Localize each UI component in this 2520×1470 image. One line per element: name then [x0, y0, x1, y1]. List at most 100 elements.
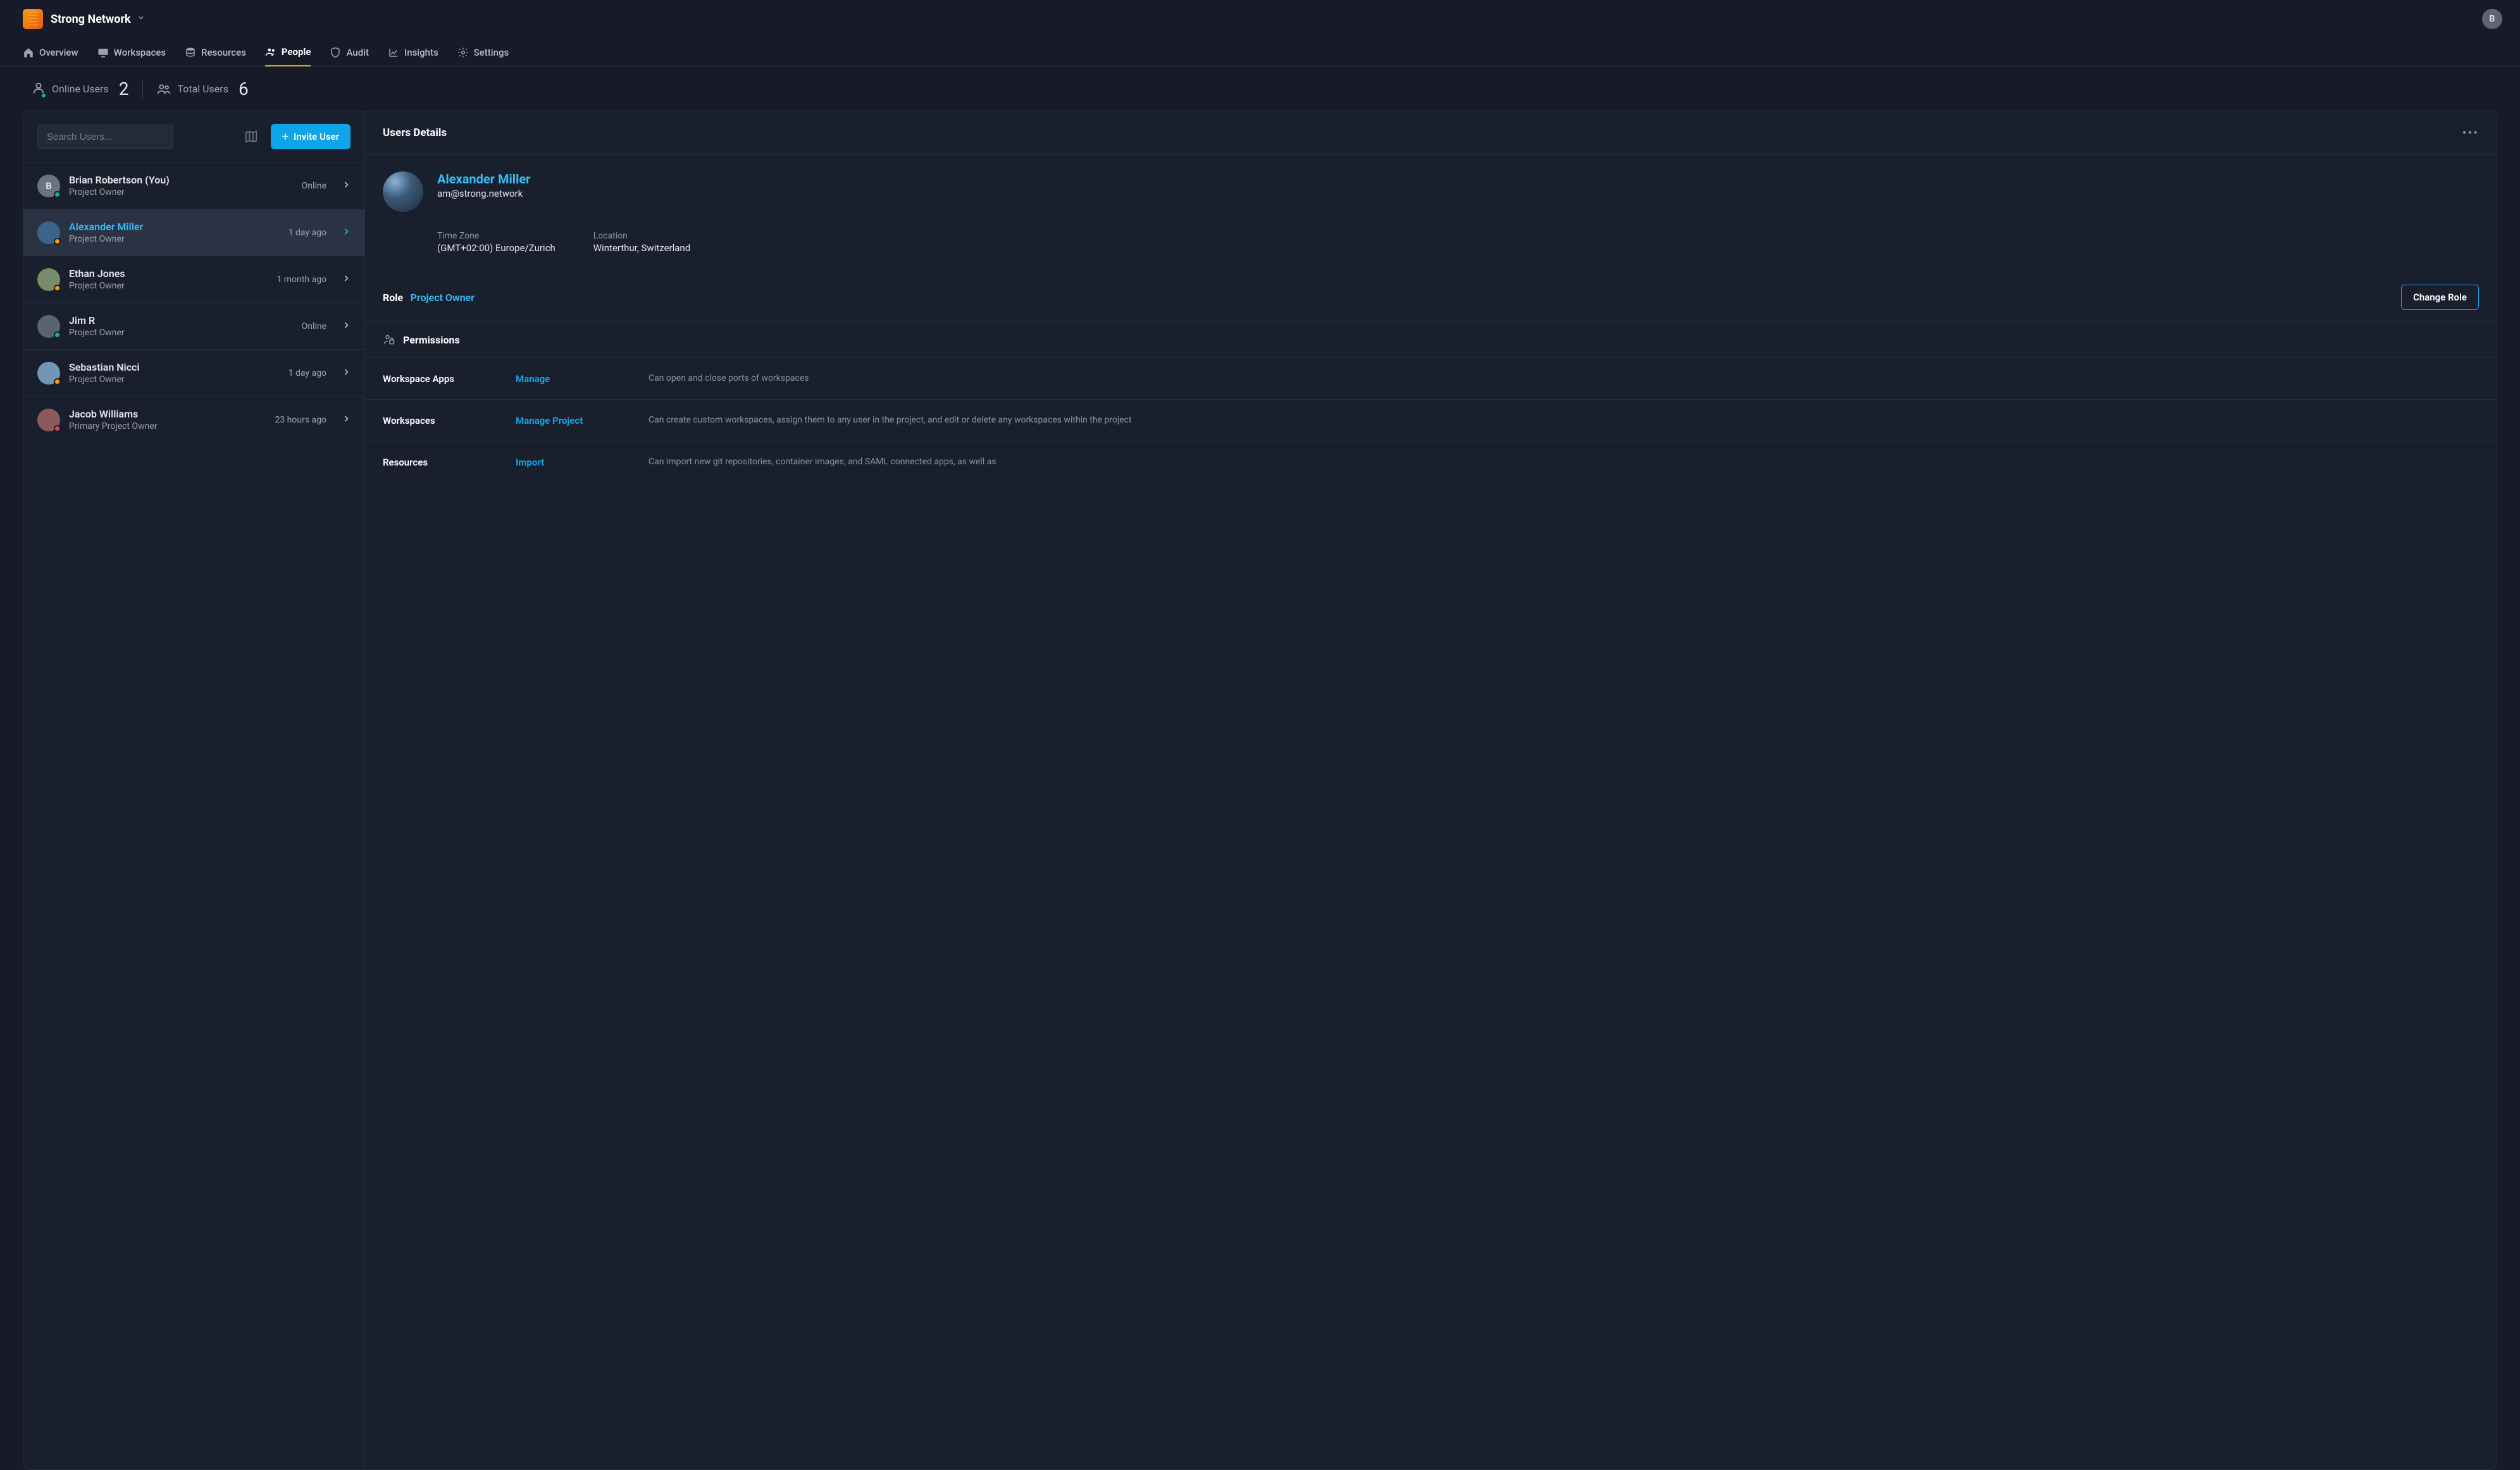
user-row[interactable]: Jacob WilliamsPrimary Project Owner 23 ho…	[23, 396, 364, 443]
chevron-right-icon	[342, 321, 351, 332]
more-menu-icon[interactable]: •••	[2462, 125, 2479, 140]
tab-settings[interactable]: Settings	[457, 38, 509, 66]
location-label: Location	[593, 231, 691, 241]
detail-title: Users Details	[383, 127, 447, 139]
permission-row: Resources Import Can import new git reposi…	[365, 441, 2497, 483]
tab-people[interactable]: People	[265, 38, 311, 66]
timezone-value: (GMT+02:00) Europe/Zurich	[437, 242, 556, 254]
user-row[interactable]: Jim R Project Owner Online	[23, 302, 364, 349]
chevron-right-icon	[342, 227, 351, 238]
users-icon	[265, 46, 276, 58]
permissions-icon	[383, 333, 395, 346]
stat-value: 6	[239, 78, 249, 99]
user-name: Jacob Williams	[69, 408, 157, 420]
invite-user-button[interactable]: + Invite User	[271, 124, 351, 149]
search-users-input[interactable]	[37, 125, 173, 149]
database-icon	[185, 47, 196, 58]
user-detail-panel: Users Details ••• Alexander Miller am@st…	[365, 111, 2497, 1469]
permission-name: Workspace Apps	[383, 373, 509, 385]
presence-dot	[54, 285, 61, 292]
plus-icon: +	[282, 130, 289, 144]
user-list: BBrian Robertson (You)Project OwnerOnlin…	[23, 162, 364, 443]
permission-row: Workspaces Manage Project Can create custo…	[365, 399, 2497, 441]
user-avatar	[37, 268, 60, 291]
user-name: Jim R	[69, 314, 125, 326]
permission-description: Can open and close ports of workspaces	[649, 372, 2479, 385]
users-panel: + Invite User BBrian Robertson (You)Proj…	[23, 111, 365, 1469]
presence-dot	[54, 331, 61, 338]
chevron-right-icon	[342, 180, 351, 192]
user-meta: Online	[302, 181, 326, 191]
user-avatar: B	[37, 175, 60, 197]
user-avatar	[37, 409, 60, 431]
user-row[interactable]: Sebastian NicciProject Owner1 day ago	[23, 349, 364, 396]
user-avatar-button[interactable]: B	[2482, 9, 2502, 29]
user-meta: 23 hours ago	[275, 415, 326, 425]
monitor-icon	[97, 47, 109, 58]
stat-value: 2	[119, 78, 129, 99]
app-title: Strong Network	[51, 13, 131, 26]
user-avatar	[37, 315, 60, 338]
tab-label: Audit	[346, 47, 368, 58]
user-meta: Online	[302, 321, 326, 331]
map-icon[interactable]	[244, 130, 258, 144]
user-row[interactable]: Alexander MillerProject Owner1 day ago	[23, 209, 364, 256]
change-role-button[interactable]: Change Role	[2401, 285, 2479, 310]
permission-description: Can create custom workspaces, assign the…	[649, 414, 2479, 427]
user-meta: 1 month ago	[276, 275, 326, 285]
permission-row: Workspace Apps Manage Can open and close p…	[365, 357, 2497, 399]
tab-label: Workspaces	[114, 47, 166, 58]
user-role: Primary Project Owner	[69, 421, 157, 431]
user-avatar	[37, 362, 60, 385]
user-meta: 1 day ago	[289, 368, 326, 378]
home-icon	[23, 47, 34, 58]
location-value: Winterthur, Switzerland	[593, 242, 691, 254]
shield-icon	[330, 47, 341, 58]
permission-level[interactable]: Manage Project	[516, 415, 642, 426]
user-avatar	[37, 221, 60, 244]
stat-total: Total Users 6	[157, 78, 248, 99]
profile-email: am@strong.network	[437, 188, 531, 199]
app-logo	[23, 9, 43, 29]
permissions-title: Permissions	[403, 334, 460, 346]
chevron-right-icon	[342, 368, 351, 379]
presence-dot	[54, 238, 61, 245]
tab-label: Overview	[39, 47, 78, 58]
tab-workspaces[interactable]: Workspaces	[97, 38, 166, 66]
profile-avatar	[383, 171, 423, 212]
tab-insights[interactable]: Insights	[388, 38, 438, 66]
tab-resources[interactable]: Resources	[185, 38, 246, 66]
permission-level[interactable]: Import	[516, 457, 642, 468]
stat-online: Online Users 2	[32, 78, 128, 99]
profile-name[interactable]: Alexander Miller	[437, 171, 531, 187]
tab-label: Insights	[404, 47, 438, 58]
role-label: Role	[383, 292, 403, 304]
user-name: Alexander Miller	[69, 221, 143, 233]
user-role: Project Owner	[69, 281, 125, 291]
main-tabs: Overview Workspaces Resources People Aud…	[0, 38, 2520, 67]
permission-description: Can import new git repositories, contain…	[649, 455, 2479, 469]
permission-level[interactable]: Manage	[516, 373, 642, 385]
user-stats: Online Users 2 Total Users 6	[0, 67, 2520, 111]
people-icon	[157, 82, 171, 96]
user-row[interactable]: B Brian Robertson (You)Project Owner Onlin…	[23, 162, 364, 209]
user-role: Project Owner	[69, 234, 143, 244]
tab-overview[interactable]: Overview	[23, 38, 78, 66]
tab-label: Resources	[201, 47, 246, 58]
timezone-label: Time Zone	[437, 231, 556, 241]
app-header: Strong Network B	[0, 0, 2520, 38]
user-role: Project Owner	[69, 187, 170, 197]
user-name: Ethan Jones	[69, 268, 125, 280]
org-switcher-chevron-icon[interactable]	[137, 14, 145, 24]
stat-label: Total Users	[177, 83, 228, 95]
user-row[interactable]: Ethan JonesProject Owner 1 month ago	[23, 256, 364, 302]
chart-icon	[388, 47, 399, 58]
user-role: Project Owner	[69, 328, 125, 338]
presence-dot	[54, 425, 61, 432]
permission-name: Resources	[383, 457, 509, 468]
tab-audit[interactable]: Audit	[330, 38, 368, 66]
permission-name: Workspaces	[383, 415, 509, 426]
stat-separator	[142, 80, 143, 99]
user-name: Brian Robertson (You)	[69, 174, 170, 186]
stat-label: Online Users	[52, 83, 109, 95]
